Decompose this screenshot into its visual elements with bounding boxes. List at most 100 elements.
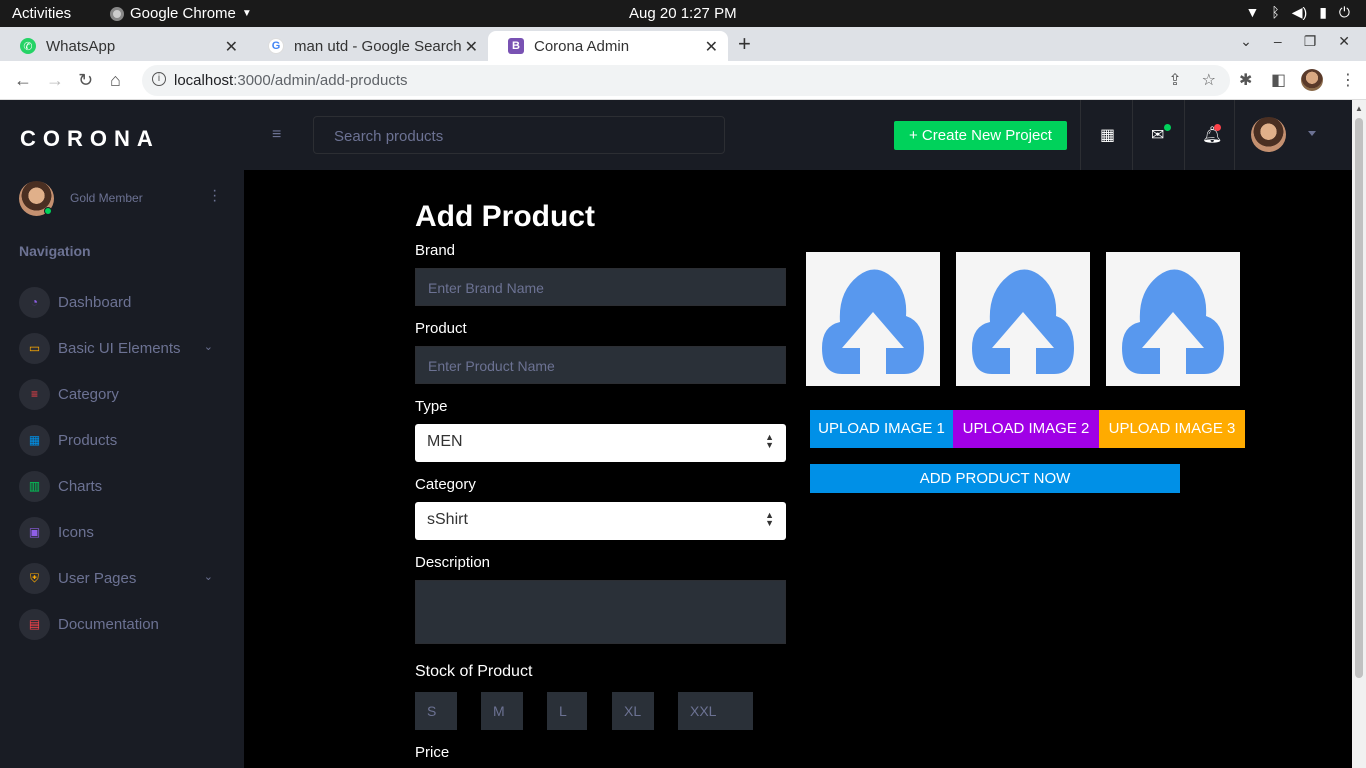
tab-strip: ✆ WhatsApp ✕ G man utd - Google Search ✕… [0, 27, 1366, 61]
more-vertical-icon[interactable]: · · · [212, 183, 217, 209]
menu-toggle-icon[interactable]: ≡ [272, 126, 281, 144]
user-avatar[interactable] [1251, 117, 1286, 152]
chevron-down-icon: ⌄ [203, 341, 213, 353]
type-label: Type [415, 398, 448, 415]
upload-image-2-button[interactable]: UPLOAD IMAGE 2 [953, 410, 1099, 448]
whatsapp-icon: ✆ [20, 38, 36, 54]
category-select[interactable]: sShirt ▲ ▼ [415, 502, 786, 540]
stock-input-xxl[interactable]: XXL [678, 692, 753, 730]
tab-google-search[interactable]: G man utd - Google Search ✕ [248, 31, 488, 61]
sidebar-item-documentation[interactable]: ▤ Documentation [19, 608, 219, 640]
activities-button[interactable]: Activities [12, 5, 71, 22]
back-icon[interactable]: ← [14, 70, 32, 91]
price-label: Price [415, 744, 450, 761]
wifi-icon: ▼ [1245, 4, 1260, 20]
add-product-button[interactable]: ADD PRODUCT NOW [810, 464, 1180, 493]
share-icon[interactable]: ⇪ [1168, 70, 1181, 90]
tab-title: man utd - Google Search [294, 37, 462, 55]
tab-whatsapp[interactable]: ✆ WhatsApp ✕ [0, 31, 248, 61]
clock[interactable]: Aug 20 1:27 PM [629, 5, 737, 22]
tab-search-icon[interactable]: ⌄ [1240, 33, 1252, 50]
sidebar-item-user-pages[interactable]: ⛨ User Pages ⌄ [19, 562, 219, 594]
close-icon[interactable]: ✕ [705, 37, 718, 57]
description-textarea[interactable] [415, 580, 786, 644]
search-input[interactable]: Search products [313, 116, 725, 154]
app-name: Google Chrome [130, 5, 236, 22]
brand-logo[interactable]: CORONA [20, 126, 160, 152]
scroll-up-icon[interactable]: ▲ [1355, 104, 1363, 113]
scroll-thumb[interactable] [1355, 118, 1363, 678]
url-field[interactable]: i localhost:3000/admin/add-products ⇪ ☆ [142, 65, 1230, 96]
close-window-icon[interactable]: ✕ [1338, 33, 1350, 50]
online-status-dot [44, 207, 52, 215]
close-icon[interactable]: ✕ [225, 37, 238, 57]
image-preview-2[interactable] [956, 252, 1090, 386]
brand-input[interactable]: Enter Brand Name [415, 268, 786, 306]
sidebar-item-category[interactable]: ≡ Category [19, 378, 219, 410]
image-preview-1[interactable] [806, 252, 940, 386]
system-tray[interactable]: ▼ ᛒ ◀) ▮ ⏻ [1246, 4, 1351, 21]
divider [1080, 100, 1081, 170]
minimize-icon[interactable]: – [1274, 33, 1282, 50]
battery-icon: ▮ [1319, 4, 1327, 20]
sidebar-item-dashboard[interactable]: ◔ Dashboard [19, 286, 219, 318]
chrome-menu-icon[interactable]: ⋮ [1340, 70, 1356, 90]
reload-icon[interactable]: ↻ [78, 70, 93, 91]
image-preview-3[interactable] [1106, 252, 1240, 386]
cloud-upload-icon [1122, 269, 1224, 374]
close-icon[interactable]: ✕ [465, 37, 478, 57]
tab-title: Corona Admin [534, 37, 630, 55]
app-menu[interactable]: Google Chrome ▼ [110, 5, 252, 22]
upload-image-3-button[interactable]: UPLOAD IMAGE 3 [1099, 410, 1245, 448]
tab-title: WhatsApp [46, 37, 116, 55]
sidebar: CORONA Gold Member · · · Navigation ◔ Dash… [0, 100, 244, 768]
restore-icon[interactable]: ❐ [1304, 33, 1317, 50]
category-label: Category [415, 476, 476, 493]
sidebar-item-basic-ui[interactable]: ▭ Basic UI Elements ⌄ [19, 332, 219, 364]
side-panel-icon[interactable]: ◧ [1271, 70, 1286, 90]
contacts-icon: ▣ [19, 516, 50, 548]
sidebar-item-label: Products [58, 431, 118, 449]
stock-input-xl[interactable]: XL [612, 692, 654, 730]
stock-input-m[interactable]: M [481, 692, 523, 730]
sidebar-item-icons[interactable]: ▣ Icons [19, 516, 219, 548]
mail-icon[interactable]: ✉ [1151, 125, 1164, 145]
brand-label: Brand [415, 242, 456, 259]
chart-bar-icon: ▥ [19, 470, 50, 502]
caret-down-icon[interactable] [1308, 131, 1316, 136]
create-project-button[interactable]: + Create New Project [894, 121, 1067, 150]
cloud-upload-icon [822, 269, 924, 374]
sidebar-item-label: Charts [58, 477, 103, 495]
sidebar-item-products[interactable]: ▦ Products [19, 424, 219, 456]
bell-notification-dot [1214, 124, 1221, 131]
info-icon[interactable]: i [152, 72, 166, 86]
os-top-bar: Activities Google Chrome ▼ Aug 20 1:27 P… [0, 0, 1366, 27]
mail-notification-dot [1164, 124, 1171, 131]
profile-avatar[interactable] [1301, 69, 1323, 91]
type-select[interactable]: MEN ▲ ▼ [415, 424, 786, 462]
speedometer-icon: ◔ [19, 286, 50, 318]
address-bar: ← → ↻ ⌂ i localhost:3000/admin/add-produ… [0, 61, 1366, 100]
stock-input-s[interactable]: S [415, 692, 457, 730]
stock-input-l[interactable]: L [547, 692, 587, 730]
page-scrollbar[interactable]: ▲ [1352, 100, 1366, 768]
tab-corona-admin[interactable]: B Corona Admin ✕ [488, 31, 728, 61]
product-input[interactable]: Enter Product Name [415, 346, 786, 384]
nav-header: Navigation [19, 243, 91, 259]
member-level: Gold Member [70, 191, 143, 205]
chrome-icon [110, 6, 124, 21]
home-icon[interactable]: ⌂ [110, 70, 121, 91]
google-icon: G [268, 38, 284, 54]
upload-image-1-button[interactable]: UPLOAD IMAGE 1 [810, 410, 953, 448]
bookmark-star-icon[interactable]: ☆ [1202, 70, 1216, 90]
divider [1234, 100, 1235, 170]
description-label: Description [415, 554, 491, 571]
extensions-icon[interactable]: ✱ [1239, 70, 1252, 90]
sidebar-item-charts[interactable]: ▥ Charts [19, 470, 219, 502]
file-document-icon: ▤ [19, 608, 50, 640]
caret-down-icon: ▼ [241, 8, 252, 19]
divider [1132, 100, 1133, 170]
grid-icon[interactable]: ▦ [1100, 125, 1115, 145]
forward-icon[interactable]: → [46, 70, 64, 91]
new-tab-button[interactable]: + [738, 31, 751, 57]
